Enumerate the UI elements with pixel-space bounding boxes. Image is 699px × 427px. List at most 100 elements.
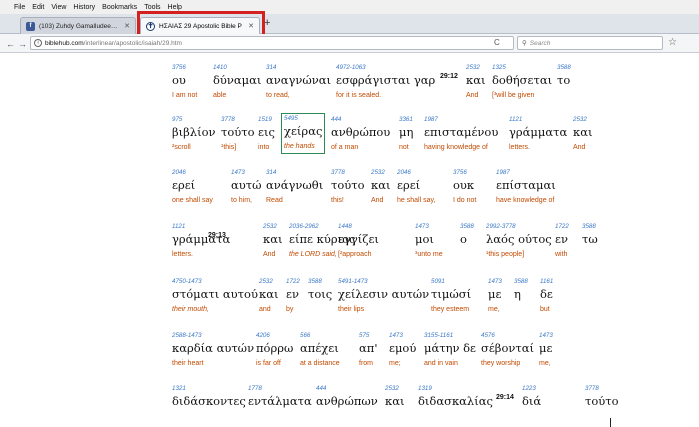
strongs-number-link[interactable]: 2532: [385, 384, 404, 394]
greek-word[interactable]: και: [385, 394, 404, 409]
strongs-number-link[interactable]: 1778: [248, 384, 312, 394]
strongs-number-link[interactable]: 3361: [399, 115, 413, 125]
greek-word[interactable]: με: [488, 287, 502, 302]
menu-bookmarks[interactable]: Bookmarks: [102, 4, 137, 11]
forward-arrow-icon[interactable]: →: [16, 37, 29, 50]
strongs-number-link[interactable]: 975: [172, 115, 216, 125]
greek-word[interactable]: εμού: [389, 341, 416, 356]
greek-word[interactable]: εις: [258, 125, 275, 140]
strongs-number-link[interactable]: 444: [331, 115, 390, 125]
strongs-number-link[interactable]: 1987: [496, 168, 556, 178]
strongs-number-link[interactable]: 2532: [259, 277, 278, 287]
greek-word[interactable]: ερεί: [397, 178, 435, 193]
menu-tools[interactable]: Tools: [144, 4, 160, 11]
greek-word[interactable]: μάτην δε: [424, 341, 476, 356]
greek-word[interactable]: το: [557, 73, 571, 88]
strongs-number-link[interactable]: 1473: [488, 277, 502, 287]
greek-word[interactable]: εσφράγισται γαρ: [336, 73, 435, 88]
menu-file[interactable]: File: [14, 4, 25, 11]
strongs-number-link[interactable]: 2532: [466, 63, 485, 73]
greek-word[interactable]: ανθρώπων: [316, 394, 378, 409]
verse-number[interactable]: 29:12: [440, 73, 458, 80]
greek-word[interactable]: τω: [582, 232, 598, 247]
strongs-number-link[interactable]: 2046: [397, 168, 435, 178]
info-icon[interactable]: i: [34, 39, 42, 47]
strongs-number-link[interactable]: 575: [359, 331, 378, 341]
greek-word[interactable]: χείλεσιν αυτών: [338, 287, 429, 302]
strongs-number-link[interactable]: 2588-1473: [172, 331, 254, 341]
greek-word[interactable]: ανάγνωθι: [266, 178, 323, 193]
menu-view[interactable]: View: [51, 4, 66, 11]
greek-word[interactable]: πόρρω: [256, 341, 293, 356]
greek-word[interactable]: μη: [399, 125, 413, 140]
greek-word[interactable]: λαός ούτος: [486, 232, 552, 247]
strongs-number-link[interactable]: 1325: [492, 63, 552, 73]
strongs-number-link[interactable]: 2532: [371, 168, 390, 178]
strongs-number-link[interactable]: 3778: [585, 384, 619, 394]
address-bar[interactable]: i biblehub.com/interlinear/apostolic/isa…: [30, 36, 514, 50]
strongs-number-link[interactable]: 3778: [331, 168, 365, 178]
verse-number[interactable]: 29:13: [208, 232, 226, 239]
strongs-number-link[interactable]: 3588: [460, 222, 474, 232]
strongs-number-link[interactable]: 3588: [557, 63, 571, 73]
greek-word[interactable]: διδασκαλίας: [418, 394, 493, 409]
greek-word[interactable]: στόματι αυτού: [172, 287, 258, 302]
greek-word[interactable]: σέβονταί: [481, 341, 534, 356]
greek-word[interactable]: ο: [460, 232, 474, 247]
strongs-number-link[interactable]: 2532: [573, 115, 592, 125]
strongs-number-link[interactable]: 1321: [172, 384, 246, 394]
strongs-number-link[interactable]: 4206: [256, 331, 293, 341]
greek-word[interactable]: ουκ: [453, 178, 476, 193]
greek-word[interactable]: επισταμένου: [424, 125, 498, 140]
strongs-number-link[interactable]: 1473: [539, 331, 553, 341]
greek-word[interactable]: εγγίζει: [338, 232, 379, 247]
tab-isaiah-29[interactable]: ✝ ΗΣΑΙΑΣ 29 Apostolic Bible P ✕: [140, 17, 260, 34]
greek-word[interactable]: και: [259, 287, 278, 302]
greek-word[interactable]: και: [466, 73, 485, 88]
strongs-number-link[interactable]: 5091: [431, 277, 471, 287]
strongs-number-link[interactable]: 4972-1063: [336, 63, 435, 73]
greek-word[interactable]: βιβλίον: [172, 125, 216, 140]
strongs-number-link[interactable]: 1121: [172, 222, 230, 232]
strongs-number-link[interactable]: 3155-1161: [424, 331, 476, 341]
tab-facebook[interactable]: f (103) Zuhdy Gamalludeen M ✕: [20, 17, 136, 34]
strongs-number-link[interactable]: 3778: [221, 115, 255, 125]
greek-word[interactable]: τιμώσί: [431, 287, 471, 302]
strongs-number-link[interactable]: 1722: [555, 222, 569, 232]
strongs-number-link[interactable]: 3756: [172, 63, 197, 73]
strongs-number-link[interactable]: 1473: [231, 168, 262, 178]
greek-word[interactable]: και: [573, 125, 592, 140]
strongs-number-link[interactable]: 2532: [263, 222, 282, 232]
greek-word[interactable]: καρδία αυτών: [172, 341, 254, 356]
strongs-number-link[interactable]: 1987: [424, 115, 498, 125]
greek-word[interactable]: αναγνώναι: [266, 73, 331, 88]
verse-number[interactable]: 29:14: [496, 394, 514, 401]
bookmark-star-icon[interactable]: ☆: [668, 37, 677, 48]
strongs-number-link[interactable]: 2046: [172, 168, 213, 178]
strongs-number-link[interactable]: 1722: [286, 277, 300, 287]
greek-word[interactable]: εν: [555, 232, 569, 247]
strongs-number-link[interactable]: 566: [300, 331, 340, 341]
strongs-number-link[interactable]: 314: [266, 63, 331, 73]
menu-edit[interactable]: Edit: [32, 4, 44, 11]
strongs-number-link[interactable]: 1223: [522, 384, 541, 394]
greek-word[interactable]: ανθρώπου: [331, 125, 390, 140]
strongs-number-link[interactable]: 1161: [540, 277, 553, 287]
strongs-number-link[interactable]: 1319: [418, 384, 493, 394]
strongs-number-link[interactable]: 1448: [338, 222, 379, 232]
strongs-number-link[interactable]: 5491-1473: [338, 277, 429, 287]
strongs-number-link[interactable]: 1410: [213, 63, 261, 73]
greek-word[interactable]: εντάλματα: [248, 394, 312, 409]
strongs-number-link[interactable]: 4750-1473: [172, 277, 258, 287]
greek-word[interactable]: δε: [540, 287, 553, 302]
strongs-number-link[interactable]: 1473: [415, 222, 443, 232]
strongs-number-link[interactable]: 3588: [582, 222, 598, 232]
strongs-number-link[interactable]: 444: [316, 384, 378, 394]
greek-word[interactable]: η: [514, 287, 528, 302]
greek-word[interactable]: και: [263, 232, 282, 247]
strongs-number-link[interactable]: 3756: [453, 168, 476, 178]
greek-word[interactable]: διά: [522, 394, 541, 409]
greek-word[interactable]: τοις: [308, 287, 332, 302]
reload-icon[interactable]: C: [494, 38, 500, 47]
strongs-number-link[interactable]: 1473: [389, 331, 416, 341]
